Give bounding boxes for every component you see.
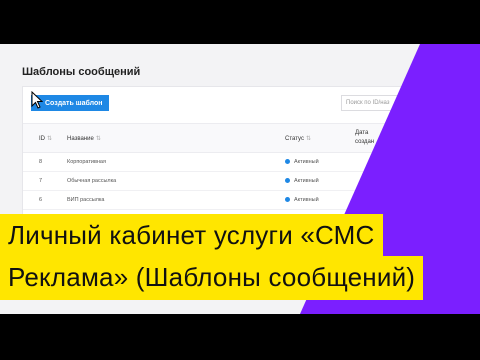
banner-line-1: Личный кабинет услуги «СМС <box>0 214 383 256</box>
banner-line-2: Реклама» (Шаблоны сообщений) <box>0 256 424 300</box>
purple-diagonal-shape <box>300 44 480 314</box>
mouse-cursor-icon <box>31 91 43 109</box>
title-banner: Личный кабинет услуги «СМС Реклама» (Шаб… <box>0 214 480 300</box>
video-frame: Шаблоны сообщений Создать шаблон Поиск п… <box>0 0 480 360</box>
